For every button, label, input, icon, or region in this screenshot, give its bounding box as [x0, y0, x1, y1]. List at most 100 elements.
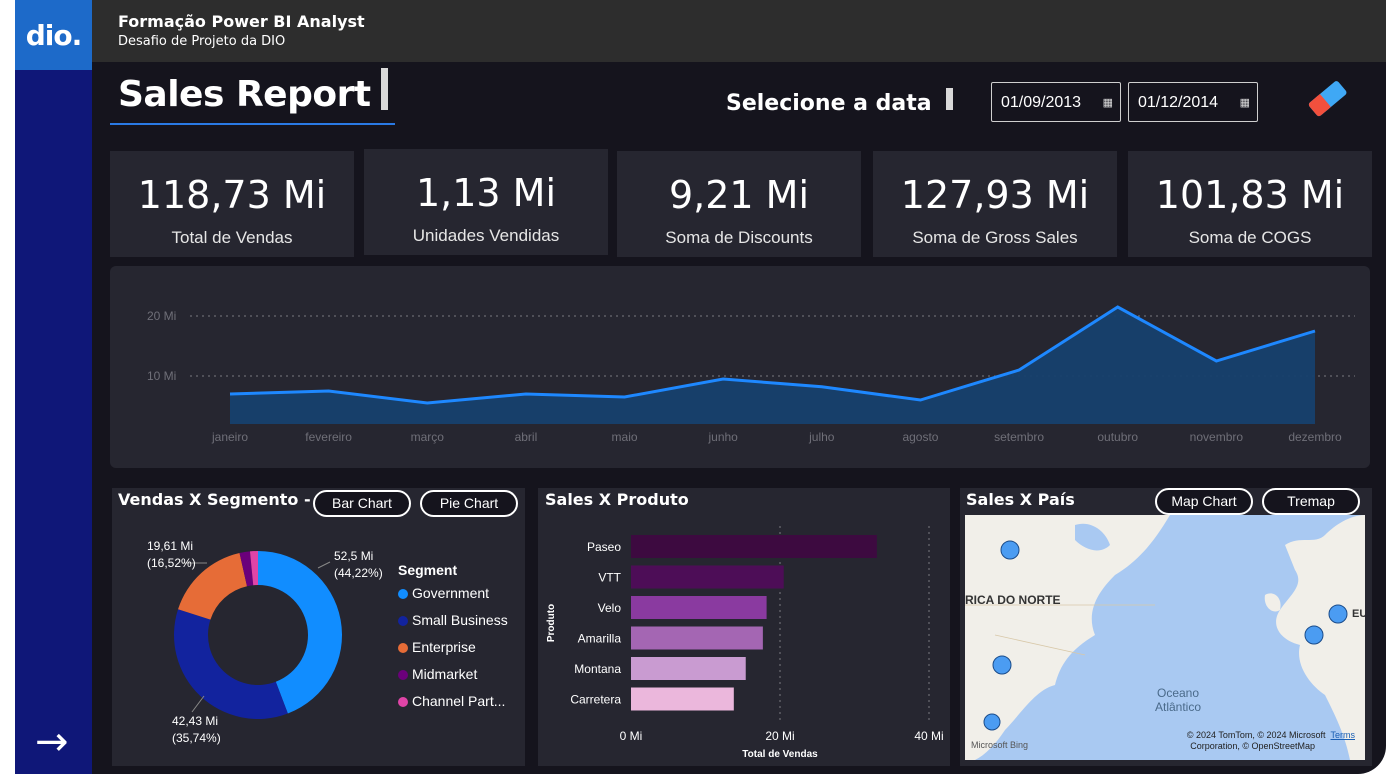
legend-item[interactable]: Channel Part...: [398, 693, 508, 720]
map-attribution: © 2024 TomTom, © 2024 Microsoft Terms Co…: [1187, 730, 1355, 752]
top-bar: [15, 0, 1386, 62]
legend-dot: [398, 697, 408, 707]
label-leader: [317, 561, 331, 569]
donut-slice: [239, 551, 254, 587]
donut-slice: [249, 551, 258, 586]
map-eu-label: EU: [1352, 608, 1365, 620]
sales-map[interactable]: RICA DO NORTE EU Oceano Atlântico Micros…: [965, 515, 1365, 760]
kpi-value: 127,93 Mi: [900, 173, 1090, 217]
product-label: Amarilla: [578, 632, 622, 646]
kpi-card: 1,13 Mi Unidades Vendidas: [364, 149, 608, 255]
x-tick-label: agosto: [902, 430, 938, 444]
map-chart-button[interactable]: Map Chart: [1155, 488, 1253, 515]
kpi-value: 101,83 Mi: [1155, 173, 1345, 217]
legend-item[interactable]: Small Business: [398, 612, 508, 639]
kpi-card: 9,21 Mi Soma de Discounts: [617, 151, 861, 257]
monthly-sales-card: 10 Mi 20 Mi janeiro fevereiro março abril maio…: [110, 266, 1370, 468]
product-bar: [631, 687, 734, 711]
x-tick-label: maio: [612, 430, 638, 444]
map-bubble[interactable]: [983, 713, 1001, 731]
legend-label: Government: [412, 585, 490, 601]
x-tick-label: novembro: [1190, 430, 1244, 444]
donut-slice: [178, 553, 248, 620]
page-title: Sales Report: [118, 74, 371, 115]
map-bubble[interactable]: [1000, 540, 1020, 560]
x-tick-label: fevereiro: [305, 430, 352, 444]
product-label: Montana: [574, 662, 621, 676]
data-label-pct: (44,22%): [334, 566, 383, 580]
label-leader: [191, 695, 205, 713]
bar-chart-button[interactable]: Bar Chart: [313, 490, 411, 517]
product-bar-chart: 0 Mi 20 Mi 40 Mi Paseo VTT Velo Amarilla Montan…: [546, 526, 944, 760]
kpi-value: 1,13 Mi: [415, 171, 557, 215]
logo-text: dio.: [25, 18, 83, 52]
map-ocean-label: Atlântico: [1155, 700, 1201, 714]
kpi-value: 118,73 Mi: [137, 173, 327, 217]
y-tick-label: 10 Mi: [147, 369, 176, 383]
legend-item[interactable]: Enterprise: [398, 639, 508, 666]
calendar-icon[interactable]: ▦: [1103, 96, 1113, 109]
kpi-card: 127,93 Mi Soma de Gross Sales: [873, 151, 1117, 257]
map-region-label: RICA DO NORTE: [965, 593, 1061, 607]
treemap-button[interactable]: Tremap: [1262, 488, 1360, 515]
date-divider: [946, 88, 953, 110]
legend-title: Segment: [398, 562, 458, 578]
x-tick-label: abril: [515, 430, 538, 444]
date-end-value: 01/12/2014: [1138, 94, 1219, 111]
pie-chart-button[interactable]: Pie Chart: [420, 490, 518, 517]
calendar-icon[interactable]: ▦: [1240, 96, 1250, 109]
product-label: Carretera: [570, 693, 621, 707]
x-tick-label: janeiro: [211, 430, 248, 444]
product-bar: [631, 565, 784, 589]
x-tick-label: setembro: [994, 430, 1044, 444]
legend-dot: [398, 589, 408, 599]
donut-slice: [258, 551, 343, 714]
legend-dot: [398, 643, 408, 653]
legend-item[interactable]: Midmarket: [398, 666, 508, 693]
legend-label: Channel Part...: [412, 693, 506, 709]
x-tick-label: julho: [808, 430, 835, 444]
data-label-value: 52,5 Mi: [334, 549, 373, 563]
x-tick-label: março: [411, 430, 445, 444]
x-tick-label: dezembro: [1288, 430, 1342, 444]
product-bar: [631, 535, 877, 558]
legend-label: Small Business: [412, 612, 508, 628]
legend-item[interactable]: Government: [398, 585, 508, 612]
kpi-label: Soma de Gross Sales: [912, 228, 1078, 247]
title-divider: [381, 68, 388, 110]
terms-link[interactable]: Terms: [1331, 730, 1356, 740]
product-bar: [631, 626, 763, 650]
map-ocean-label: Oceano: [1157, 686, 1199, 700]
attribution-text: Corporation, © OpenStreetMap: [1190, 741, 1315, 751]
segment-legend: Segment Government Small Business Enterp…: [398, 562, 508, 720]
y-tick-label: 20 Mi: [147, 309, 176, 323]
product-label: Velo: [598, 601, 622, 615]
kpi-label: Soma de COGS: [1188, 228, 1312, 247]
date-start-value: 01/09/2013: [1001, 94, 1082, 111]
segment-chart-title: Vendas X Segmento - Pie: [118, 490, 345, 509]
map-bubble[interactable]: [992, 655, 1012, 675]
product-label: VTT: [598, 571, 621, 585]
date-end-input[interactable]: 01/12/2014 ▦: [1128, 82, 1258, 122]
app-title: Formação Power BI Analyst: [118, 12, 365, 31]
kpi-value: 9,21 Mi: [668, 173, 810, 217]
product-bar: [631, 657, 746, 680]
date-start-input[interactable]: 01/09/2013 ▦: [991, 82, 1121, 122]
map-title: Sales X País: [966, 490, 1075, 509]
kpi-label: Soma de Discounts: [665, 228, 813, 247]
bing-logo: Microsoft Bing: [971, 740, 1029, 750]
map-bubble[interactable]: [1328, 604, 1348, 624]
product-panel: Sales X Produto 0 Mi 20 Mi 40 Mi Paseo VTT Ve…: [538, 488, 950, 766]
legend-dot: [398, 670, 408, 680]
monthly-sales-chart: 10 Mi 20 Mi janeiro fevereiro março abril maio…: [147, 305, 1355, 444]
arrow-right-icon[interactable]: →: [35, 722, 69, 762]
eraser-icon[interactable]: [1305, 78, 1351, 120]
title-underline: [110, 123, 395, 125]
map-bubble[interactable]: [1304, 625, 1324, 645]
x-axis-title: Total de Vendas: [742, 749, 818, 760]
legend-dot: [398, 616, 408, 626]
report-canvas: dio. → Formação Power BI Analyst Desafio…: [15, 0, 1386, 774]
x-tick-label: 40 Mi: [914, 729, 943, 743]
date-filter-label: Selecione a data: [726, 91, 932, 116]
legend-label: Midmarket: [412, 666, 478, 682]
